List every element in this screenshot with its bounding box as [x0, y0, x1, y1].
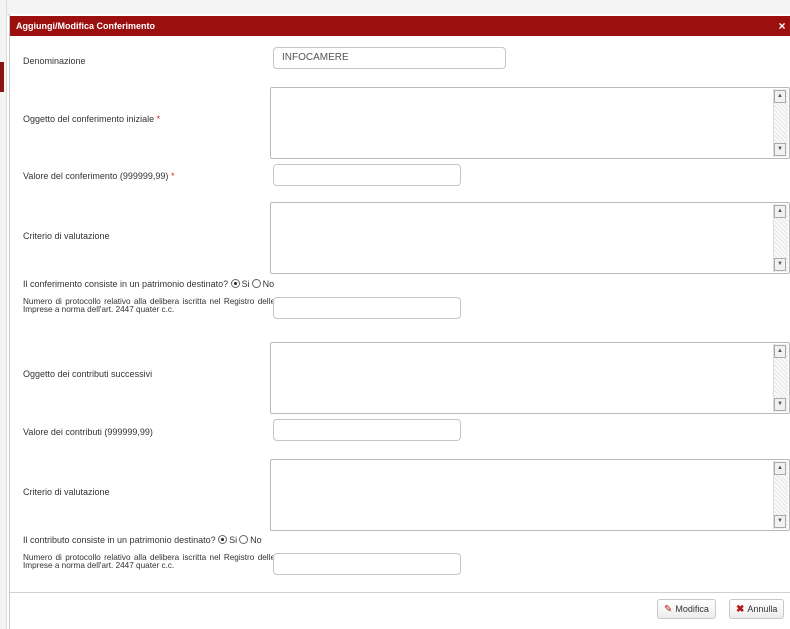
modifica-button[interactable]: ✎ Modifica [657, 599, 716, 619]
radio-si-label: Si [241, 279, 250, 289]
radio-si[interactable] [230, 279, 240, 288]
oggetto-conferimento-label-text: Oggetto del conferimento iniziale [23, 114, 155, 124]
patrimonio-conferimento-label: Il conferimento consiste in un patrimoni… [23, 279, 229, 289]
protocollo-input[interactable] [273, 297, 461, 319]
scroll-down-icon[interactable]: ▼ [774, 258, 786, 271]
scroll-up-icon[interactable]: ▲ [774, 90, 786, 103]
oggetto-contributi-textarea[interactable]: ▲ ▼ [270, 342, 790, 414]
scrollbar[interactable]: ▲ ▼ [773, 89, 788, 157]
denominazione-input[interactable]: INFOCAMERE [273, 47, 506, 69]
valore-conferimento-label: Valore del conferimento (999999,99) * [23, 171, 174, 181]
page-top-bar [0, 0, 790, 15]
modifica-button-label: Modifica [675, 604, 709, 614]
scrollbar[interactable]: ▲ ▼ [773, 461, 788, 529]
close-icon[interactable]: × [775, 16, 789, 36]
protocollo-label: Numero di protocollo relativo alla delib… [23, 553, 275, 570]
valore-contributi-label: Valore dei contributi (999999,99) [23, 427, 153, 437]
protocollo-label: Numero di protocollo relativo alla delib… [23, 297, 275, 314]
page-left-bar [0, 0, 7, 629]
criterio-valutazione-label: Criterio di valutazione [23, 487, 110, 497]
footer-divider [10, 592, 790, 593]
page-left-marker [0, 62, 4, 92]
radio-no-label: No [250, 535, 262, 545]
scrollbar[interactable]: ▲ ▼ [773, 344, 788, 412]
scroll-up-icon[interactable]: ▲ [774, 205, 786, 218]
criterio-valutazione-label: Criterio di valutazione [23, 231, 110, 241]
required-mark: * [170, 171, 175, 181]
conferimento-dialog: Aggiungi/Modifica Conferimento × Denomin… [9, 14, 790, 629]
oggetto-conferimento-label: Oggetto del conferimento iniziale * [23, 114, 160, 124]
radio-no[interactable] [251, 279, 261, 288]
scroll-down-icon[interactable]: ▼ [774, 515, 786, 528]
scrollbar[interactable]: ▲ ▼ [773, 204, 788, 272]
radio-no[interactable] [239, 535, 249, 544]
oggetto-conferimento-textarea[interactable]: ▲ ▼ [270, 87, 790, 159]
denominazione-label: Denominazione [23, 56, 86, 66]
dialog-title: Aggiungi/Modifica Conferimento [16, 21, 155, 31]
patrimonio-contributo-label: Il contributo consiste in un patrimonio … [23, 535, 216, 545]
required-mark: * [156, 114, 161, 124]
scroll-down-icon[interactable]: ▼ [774, 398, 786, 411]
annulla-button-label: Annulla [747, 604, 778, 614]
oggetto-contributi-label: Oggetto dei contributi successivi [23, 369, 153, 379]
patrimonio-contributo-group: Il contributo consiste in un patrimonio … [23, 535, 264, 545]
pencil-icon: ✎ [664, 604, 673, 615]
x-icon: ✖ [736, 604, 745, 615]
scroll-up-icon[interactable]: ▲ [774, 462, 786, 475]
valore-contributi-input[interactable] [273, 419, 461, 441]
valore-conferimento-input[interactable] [273, 164, 461, 186]
protocollo-input[interactable] [273, 553, 461, 575]
dialog-titlebar: Aggiungi/Modifica Conferimento × [10, 16, 790, 36]
patrimonio-conferimento-group: Il conferimento consiste in un patrimoni… [23, 279, 276, 289]
radio-si[interactable] [218, 535, 228, 544]
scroll-up-icon[interactable]: ▲ [774, 345, 786, 358]
annulla-button[interactable]: ✖ Annulla [729, 599, 785, 619]
criterio-valutazione-textarea[interactable]: ▲ ▼ [270, 202, 790, 274]
radio-si-label: Si [229, 535, 238, 545]
valore-conferimento-label-text: Valore del conferimento (999999,99) [23, 171, 169, 181]
scroll-down-icon[interactable]: ▼ [774, 143, 786, 156]
radio-no-label: No [262, 279, 275, 289]
criterio-valutazione-textarea[interactable]: ▲ ▼ [270, 459, 790, 531]
